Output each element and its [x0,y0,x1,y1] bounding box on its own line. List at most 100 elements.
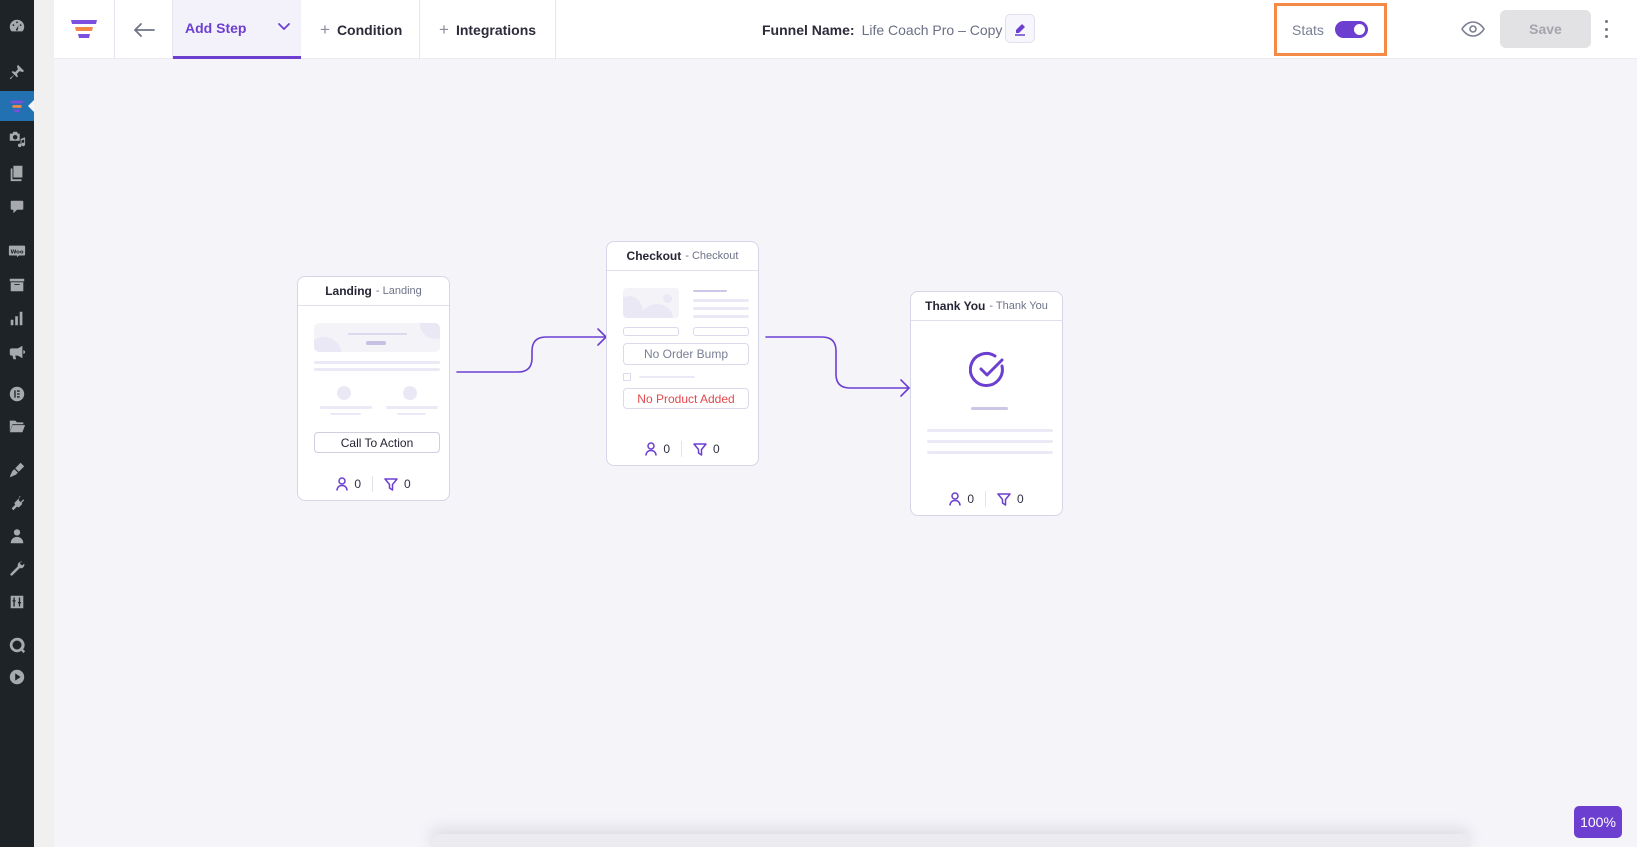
sidebar-item-posts[interactable] [0,57,34,87]
text-placeholder [314,361,440,364]
integrations-label: Integrations [455,21,537,38]
sidebar-item-templates[interactable] [0,411,34,441]
sidebar-item-users[interactable] [0,521,34,551]
visitors-count: 0 [354,477,361,491]
play-icon [9,669,25,685]
check-circle-icon [969,351,1004,387]
add-step-dropdown[interactable]: Add Step [173,0,301,59]
visitors-stat: 0 [336,477,361,491]
text-placeholder [314,368,440,371]
call-to-action-button[interactable]: Call To Action [314,432,440,453]
step-card-thank-you[interactable]: Thank You - Thank You 0 0 [910,291,1063,516]
step-type: - Checkout [685,250,739,262]
elementor-icon [9,386,25,402]
sidebar-item-q[interactable] [0,630,34,660]
toggle-knob [1353,24,1365,35]
text-placeholder [320,406,372,409]
add-step-label: Add Step [185,20,247,36]
step-stats: 0 0 [607,433,758,465]
bottom-panel-edge [430,834,1470,847]
text-placeholder [386,406,438,409]
hero-placeholder [314,323,440,352]
sidebar-item-appearance[interactable] [0,455,34,485]
preview-button[interactable] [1461,17,1485,41]
product-slot[interactable]: No Product Added [623,388,749,409]
visitors-count: 0 [663,442,670,456]
user-icon [949,492,962,506]
sidebar-item-pages[interactable] [0,158,34,188]
sidebar-item-dashboard[interactable] [0,11,34,41]
image-placeholder [623,288,679,318]
field-placeholder [623,327,679,336]
step-title: Thank You [925,299,986,313]
sidebar-item-marketing[interactable] [0,337,34,367]
text-placeholder [927,429,1053,432]
funnel-name: Funnel Name: Life Coach Pro – Copy [762,0,1002,59]
condition-label: Condition [336,21,403,38]
edit-funnel-name-button[interactable] [1005,14,1035,43]
plugins-icon [11,495,25,511]
sidebar-item-media[interactable] [0,124,34,154]
dot-icon [1604,35,1608,38]
sidebar-item-woocommerce[interactable]: Woo [0,236,34,266]
folder-icon [9,420,26,433]
step-card-landing[interactable]: Landing - Landing Call To Action 0 0 [297,276,450,501]
filter-icon [693,442,707,456]
user-icon [645,442,658,456]
stats-toggle[interactable] [1334,21,1368,38]
visitors-count: 0 [967,492,974,506]
funnel-canvas[interactable] [54,59,1637,847]
stats-label: Stats [1292,21,1324,38]
step-title: Checkout [626,249,682,263]
sidebar-item-settings[interactable] [0,587,34,617]
q-icon [9,637,26,654]
checkbox-placeholder [623,373,631,381]
funnel-name-value: Life Coach Pro – Copy [861,21,1003,38]
step-title: Landing [325,284,372,298]
conversions-count: 0 [1017,492,1024,506]
sidebar-item-comments[interactable] [0,192,34,222]
plus-icon: + [439,19,449,39]
stats-divider [681,441,682,457]
sidebar-item-products[interactable] [0,270,34,300]
users-icon [10,529,24,544]
order-bump-slot[interactable]: No Order Bump [623,343,749,365]
funnel-logo-icon [71,19,97,38]
sidebar-item-media-player[interactable] [0,662,34,692]
zoom-level-button[interactable]: 100% [1574,806,1622,838]
sidebar-item-plugins[interactable] [0,488,34,518]
back-button[interactable] [115,0,173,59]
sidebar-item-tools[interactable] [0,554,34,584]
more-options-button[interactable] [1601,18,1611,40]
integrations-button[interactable]: + Integrations [420,0,556,59]
sidebar-item-analytics[interactable] [0,303,34,333]
save-button[interactable]: Save [1500,10,1591,48]
text-placeholder [693,299,749,302]
step-type: - Landing [375,285,422,297]
text-placeholder [693,307,749,310]
plus-icon: + [320,19,330,39]
step-card-header: Checkout - Checkout [607,242,758,271]
feature-icon-placeholder [403,386,417,400]
megaphone-icon [9,345,26,360]
step-stats: 0 0 [298,468,449,500]
stats-toggle-group: Stats [1274,3,1387,56]
sidebar-item-elementor[interactable] [0,379,34,409]
add-condition-button[interactable]: + Condition [301,0,420,59]
archive-icon [9,278,25,292]
stats-divider [985,491,986,507]
step-card-checkout[interactable]: Checkout - Checkout No Order Bump No Pro… [606,241,759,466]
step-stats: 0 0 [911,483,1062,515]
sidebar-gutter [34,0,54,847]
conversions-count: 0 [713,442,720,456]
step-card-header: Landing - Landing [298,277,449,306]
conversions-stat: 0 [693,442,720,456]
step-card-header: Thank You - Thank You [911,292,1062,321]
text-placeholder [693,290,727,292]
conversions-stat: 0 [384,477,411,491]
sidebar-item-funnels[interactable] [0,91,34,121]
filter-icon [997,492,1011,506]
filter-icon [384,477,398,491]
text-placeholder [927,451,1053,454]
svg-text:Woo: Woo [10,249,23,255]
